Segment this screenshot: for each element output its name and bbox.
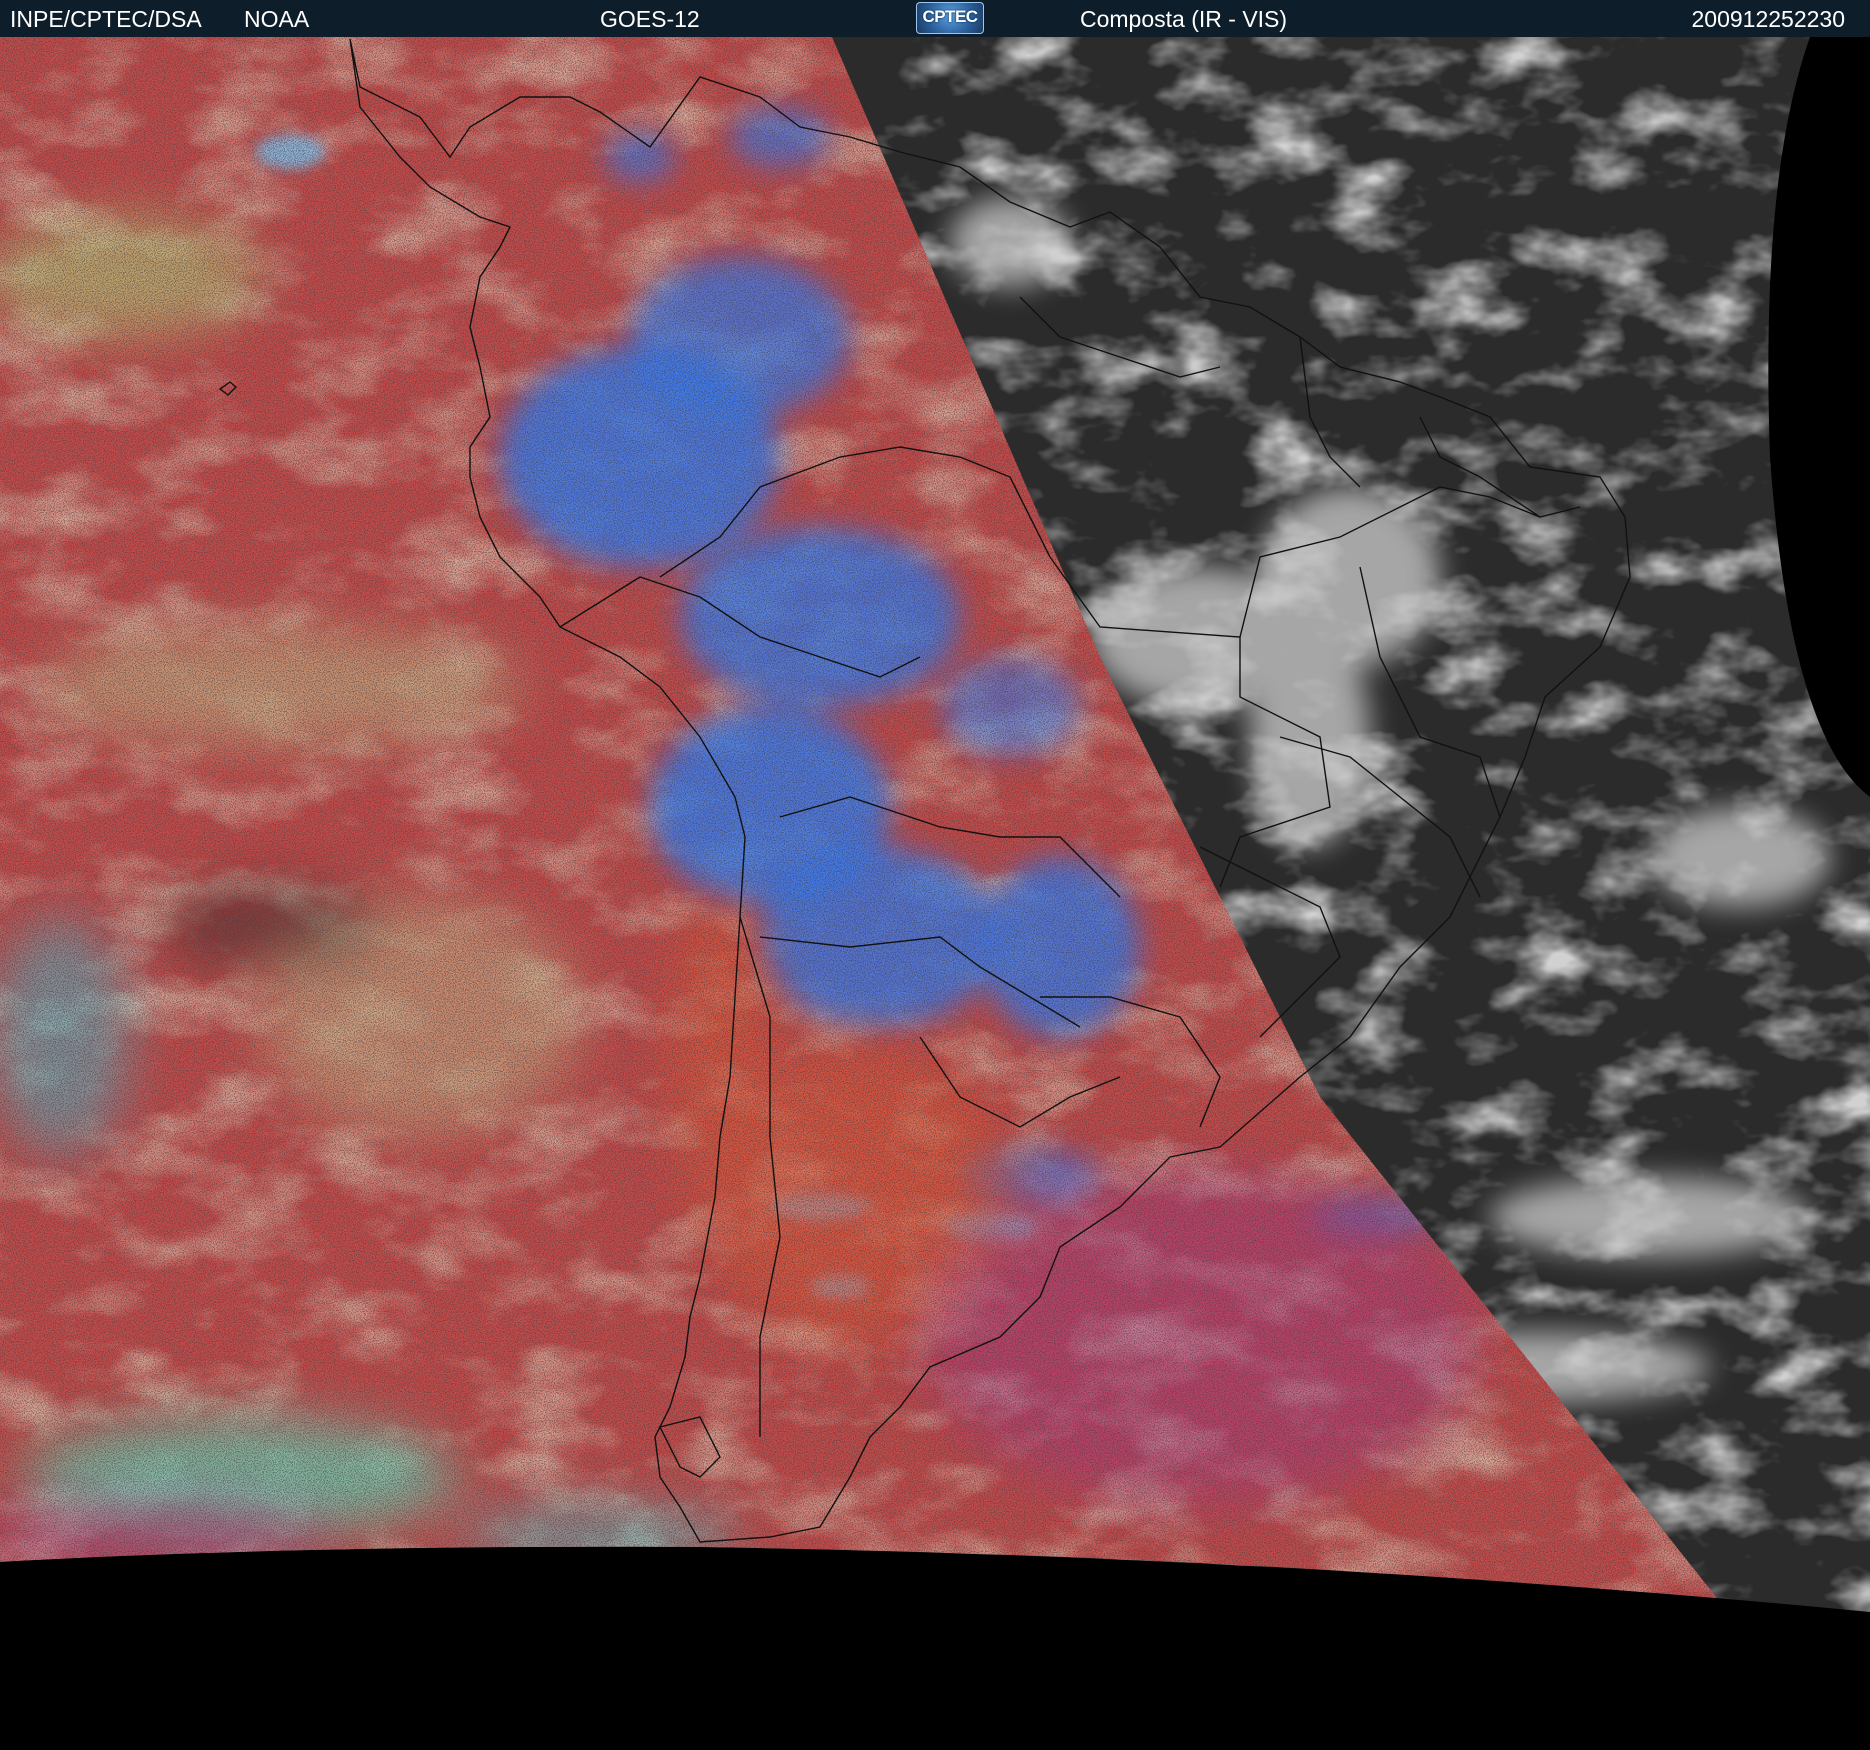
timestamp-label: 200912252230 (1691, 6, 1846, 32)
organization-label: INPE/CPTEC/DSA (10, 6, 202, 32)
product-label: Composta (IR - VIS) (1080, 6, 1288, 32)
agency-label: NOAA (244, 6, 310, 32)
satellite-label: GOES-12 (600, 6, 700, 32)
logo-text: CPTEC (922, 7, 978, 26)
cptec-logo-icon: CPTEC (916, 2, 984, 34)
satellite-composite-image (0, 37, 1870, 1750)
image-header-bar: INPE/CPTEC/DSA NOAA GOES-12 CPTEC Compos… (0, 0, 1870, 38)
earth-disk (0, 37, 1870, 1612)
